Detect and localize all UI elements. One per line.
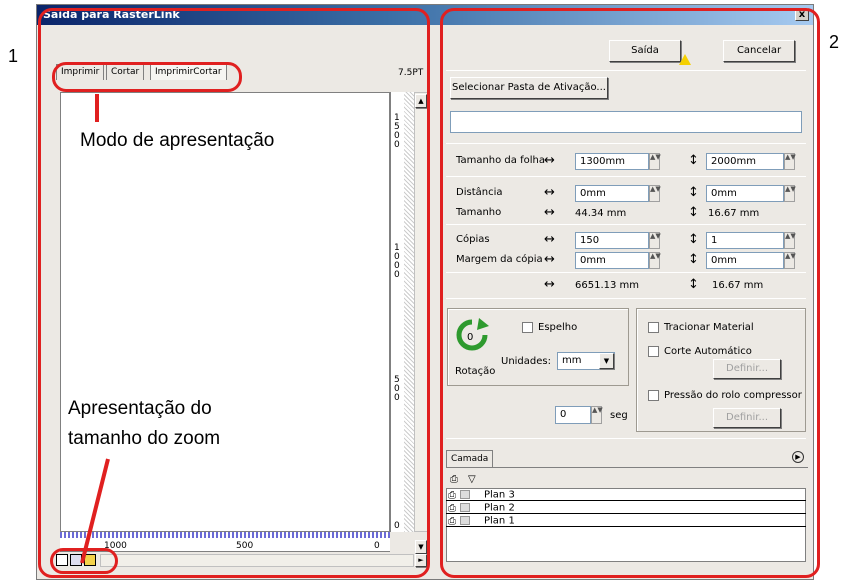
highlight-zoom-buttons — [50, 548, 118, 574]
corner-label-right: 2 — [829, 32, 840, 52]
highlight-settings-pane — [440, 8, 820, 578]
corner-label-left: 1 — [8, 46, 19, 66]
highlight-preview-pane — [38, 8, 430, 578]
highlight-tabs — [52, 62, 242, 92]
